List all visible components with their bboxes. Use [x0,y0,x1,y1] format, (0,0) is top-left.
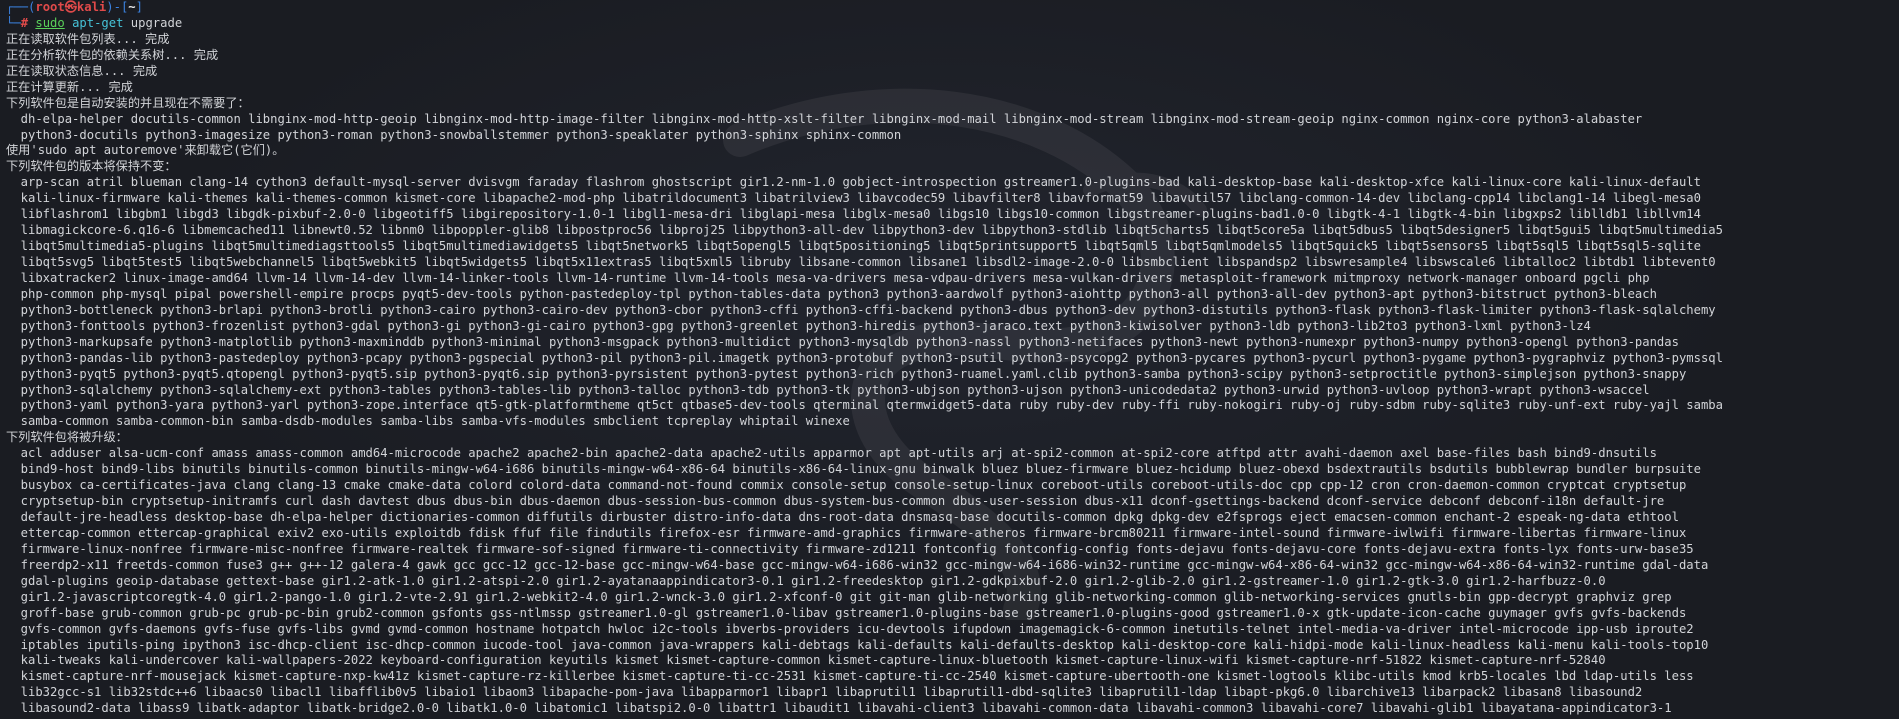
output-line: bind9-host bind9-libs binutils binutils-… [6,462,1701,477]
output-line: python3-pyqt5 python3-pyqt5.qtopengl pyt… [6,366,1687,381]
output-line: 下列软件包将被升级： [6,430,128,445]
prompt-directory: ~ [128,0,136,14]
output-line: libxatracker2 linux-image-amd64 llvm-14 … [6,270,1650,285]
prompt-user: root [35,0,65,14]
output-line: python3-yaml python3-yara python3-yarl p… [6,398,1723,413]
output-line: php-common php-mysql pipal powershell-em… [6,286,1657,301]
command-output: 正在读取软件包列表... 完成 正在分析软件包的依赖关系树... 完成 正在读取状态… [6,32,1896,717]
output-line: libasound2-data libass9 libatk-adaptor l… [6,701,1672,716]
output-line: 使用'sudo apt autoremove'来卸载它(它们)。 [6,143,285,158]
output-line: python3-markupsafe python3-matplotlib py… [6,334,1679,349]
output-line: 正在分析软件包的依赖关系树... 完成 [6,47,219,62]
prompt-host: kali [76,0,107,14]
terminal-window[interactable]: ┌──(root㉿kali)-[~] └─# sudo apt-get upgr… [0,0,1899,719]
prompt-line-command[interactable]: └─# sudo apt-get upgrade [6,16,1896,32]
output-line: gir1.2-javascriptcoregtk-4.0 gir1.2-pang… [6,589,1672,604]
output-line: firmware-linux-nonfree firmware-misc-non… [6,541,1694,556]
output-line: cryptsetup-bin cryptsetup-initramfs curl… [6,494,1665,509]
prompt-at-symbol: ㉿ [64,0,77,14]
output-line: groff-base grub-common grub-pc grub-pc-b… [6,605,1687,620]
output-line: dh-elpa-helper docutils-common libnginx-… [6,111,1643,126]
output-line: libqt5svg5 libqt5test5 libqt5webchannel5… [6,255,1716,269]
output-line: arp-scan atril blueman clang-14 cython3 … [6,175,1701,190]
terminal-output: ┌──(root㉿kali)-[~] └─# sudo apt-get upgr… [6,0,1896,717]
output-line: libqt5multimedia5-plugins libqt5multimed… [6,239,1701,254]
output-line: python3-pandas-lib python3-pastedeploy p… [6,350,1723,365]
prompt-hash: # [20,15,29,30]
output-line: kali-linux-firmware kali-themes kali-the… [6,191,1701,206]
output-line: samba-common samba-common-bin samba-dsdb… [6,414,850,429]
output-line: 正在计算更新... 完成 [6,79,133,94]
command-apt-get: apt-get [72,15,124,30]
output-line: 下列软件包是自动安装的并且现在不需要了： [6,95,250,110]
prompt-corner-top: ┌──( [6,0,36,14]
output-line: 正在读取软件包列表... 完成 [6,31,170,46]
output-line: 下列软件包的版本将保持不变： [6,159,177,174]
output-line: gdal-plugins geoip-database gettext-base… [6,573,1606,588]
output-line: iptables iputils-ping ipython3 isc-dhcp-… [6,637,1709,652]
output-line: kali-tweaks kali-undercover kali-wallpap… [6,653,1606,668]
output-line: busybox ca-certificates-java clang clang… [6,478,1687,493]
output-line: libmagickcore-6.q16-6 libmemcached11 lib… [6,223,1723,238]
output-line: python3-sqlalchemy python3-sqlalchemy-ex… [6,382,1650,397]
output-line: 正在读取状态信息... 完成 [6,63,158,78]
prompt-close-bracket: ] [135,0,143,14]
output-line: python3-bottleneck python3-brlapi python… [6,302,1716,317]
output-line: python3-fonttools python3-frozenlist pyt… [6,318,1591,333]
output-line: ettercap-common ettercap-graphical exiv2… [6,525,1687,540]
prompt-separator: )-[ [106,0,129,14]
output-line: default-jre-headless desktop-base dh-elp… [6,510,1679,524]
output-line: kismet-capture-nrf-mousejack kismet-capt… [6,669,1694,684]
output-line: gvfs-common gvfs-daemons gvfs-fuse gvfs-… [6,621,1694,636]
command-argument: upgrade [130,15,183,30]
prompt-line-top: ┌──(root㉿kali)-[~] [6,0,1896,16]
prompt-corner-bottom: └─ [6,15,21,30]
output-line: libflashrom1 libgbm1 libgd3 libgdk-pixbu… [6,207,1701,222]
output-line: freerdp2-x11 freetds-common fuse3 g++ g+… [6,557,1709,572]
output-line: acl adduser alsa-ucm-conf amass amass-co… [6,446,1657,461]
output-line: python3-docutils python3-imagesize pytho… [6,127,902,142]
output-line: lib32gcc-s1 lib32stdc++6 libaacs0 libacl… [6,685,1643,700]
command-sudo: sudo [35,15,65,30]
